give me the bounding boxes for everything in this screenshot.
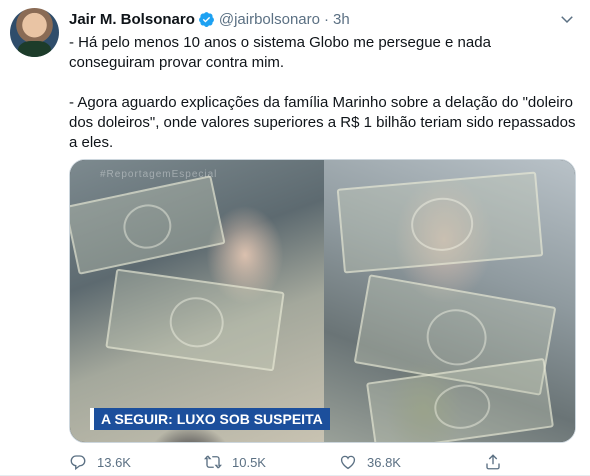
chevron-down-icon[interactable]: [558, 10, 576, 28]
tweet-actions: 13.6K 10.5K 36.8K: [69, 452, 549, 472]
reply-count: 13.6K: [97, 454, 131, 470]
tweet-paragraph-1: - Há pelo menos 10 anos o sistema Globo …: [69, 34, 491, 71]
author-handle[interactable]: @jairbolsonaro: [219, 11, 320, 28]
tweet-header: Jair M. Bolsonaro @jairbolsonaro · 3h: [69, 9, 350, 29]
like-button[interactable]: 36.8K: [339, 453, 474, 471]
author-name[interactable]: Jair M. Bolsonaro: [69, 11, 195, 28]
reply-button[interactable]: 13.6K: [69, 453, 204, 471]
media-watermark: #ReportagemEspecial: [100, 169, 218, 180]
media-chyron: A SEGUIR: LUXO SOB SUSPEITA: [90, 408, 330, 430]
retweet-button[interactable]: 10.5K: [204, 453, 339, 471]
share-button[interactable]: [484, 453, 512, 471]
like-count: 36.8K: [367, 454, 401, 470]
tweet-media-image[interactable]: #ReportagemEspecial A SEGUIR: LUXO SOB S…: [69, 159, 576, 443]
retweet-icon: [204, 455, 222, 469]
avatar[interactable]: [10, 8, 59, 57]
header-separator: ·: [323, 10, 329, 28]
tweet-timestamp[interactable]: 3h: [333, 11, 350, 28]
verified-badge-icon: [198, 11, 214, 27]
tweet-paragraph-2: - Agora aguardo explicações da família M…: [69, 94, 576, 151]
heart-icon: [340, 455, 356, 470]
reply-icon: [70, 455, 86, 471]
tweet-text: - Há pelo menos 10 anos o sistema Globo …: [69, 33, 579, 153]
tweet[interactable]: Jair M. Bolsonaro @jairbolsonaro · 3h - …: [0, 0, 590, 476]
share-icon: [486, 454, 500, 470]
banknote-overlay: [336, 171, 544, 274]
retweet-count: 10.5K: [232, 454, 266, 470]
